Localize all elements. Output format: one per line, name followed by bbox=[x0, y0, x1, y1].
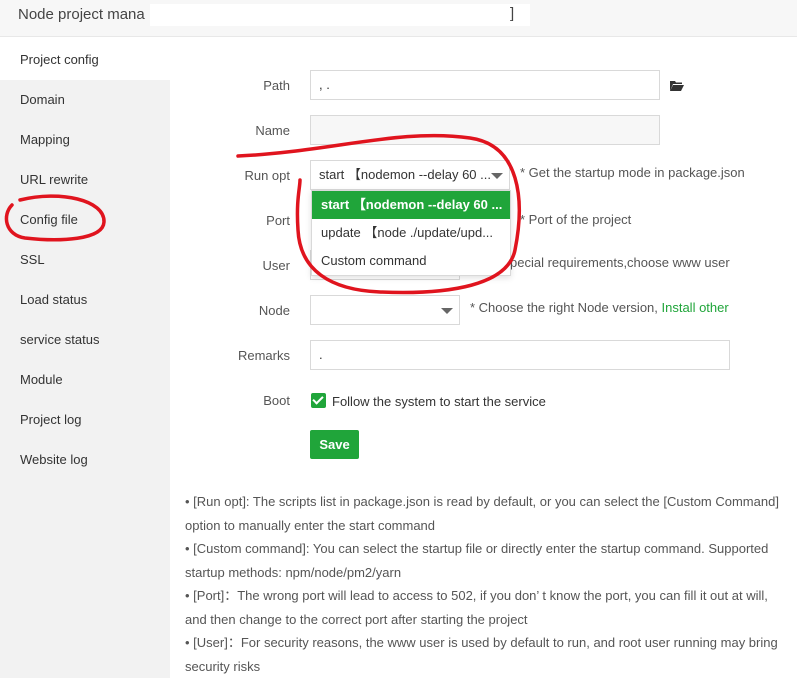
sidebar-item-url-rewrite[interactable]: URL rewrite bbox=[0, 160, 170, 200]
note-port: [Port]：The wrong port will lead to acces… bbox=[185, 584, 785, 631]
run-opt-hint: * Get the startup mode in package.json bbox=[520, 165, 745, 180]
port-label: Port bbox=[266, 213, 290, 228]
sidebar-item-ssl[interactable]: SSL bbox=[0, 240, 170, 280]
help-notes: [Run opt]: The scripts list in package.j… bbox=[185, 490, 785, 678]
name-label: Name bbox=[255, 123, 290, 138]
node-hint: * Choose the right Node version, Install… bbox=[470, 300, 729, 315]
sidebar-item-website-log[interactable]: Website log bbox=[0, 440, 170, 480]
title-bracket: ] bbox=[510, 5, 515, 22]
path-input[interactable]: , . bbox=[310, 70, 660, 100]
node-hint-text: * Choose the right Node version, bbox=[470, 300, 662, 315]
run-opt-value: start 【nodemon --delay 60 ... bbox=[319, 167, 491, 182]
note-custom-command: [Custom command]: You can select the sta… bbox=[185, 537, 785, 584]
path-label: Path bbox=[263, 78, 290, 93]
sidebar-item-module[interactable]: Module bbox=[0, 360, 170, 400]
save-button[interactable]: Save bbox=[310, 430, 359, 459]
folder-icon[interactable] bbox=[670, 79, 684, 91]
dropdown-option-update[interactable]: update 【node ./update/upd... bbox=[312, 219, 510, 247]
run-opt-dropdown: start 【nodemon --delay 60 ... update 【no… bbox=[311, 190, 511, 276]
window-title: Node project mana bbox=[18, 6, 145, 23]
dropdown-option-custom-command[interactable]: Custom command bbox=[312, 247, 510, 275]
sidebar-item-mapping[interactable]: Mapping bbox=[0, 120, 170, 160]
name-input[interactable] bbox=[310, 115, 660, 145]
run-opt-label: Run opt bbox=[244, 168, 290, 183]
sidebar-item-load-status[interactable]: Load status bbox=[0, 280, 170, 320]
sidebar-item-config-file[interactable]: Config file bbox=[0, 200, 170, 240]
port-hint: * Port of the project bbox=[520, 212, 632, 227]
remarks-input[interactable]: . bbox=[310, 340, 730, 370]
chevron-down-icon bbox=[491, 173, 503, 179]
boot-label: Boot bbox=[263, 393, 290, 408]
sidebar-item-service-status[interactable]: service status bbox=[0, 320, 170, 360]
node-select[interactable] bbox=[310, 295, 460, 325]
install-other-link[interactable]: Install other bbox=[662, 300, 729, 315]
node-label: Node bbox=[258, 303, 290, 318]
remarks-label: Remarks bbox=[237, 348, 290, 363]
chevron-down-icon bbox=[441, 308, 453, 314]
user-hint: pecial requirements,choose www user bbox=[510, 255, 730, 270]
dropdown-option-start[interactable]: start 【nodemon --delay 60 ... bbox=[312, 191, 510, 219]
sidebar-item-project-config[interactable]: Project config bbox=[0, 40, 170, 80]
window-titlebar: Node project mana ] bbox=[0, 0, 797, 37]
sidebar-item-project-log[interactable]: Project log bbox=[0, 400, 170, 440]
boot-checkbox-label: Follow the system to start the service bbox=[332, 394, 546, 409]
note-run-opt: [Run opt]: The scripts list in package.j… bbox=[185, 490, 785, 537]
sidebar-item-domain[interactable]: Domain bbox=[0, 80, 170, 120]
sidebar: Project config Domain Mapping URL rewrit… bbox=[0, 40, 170, 678]
boot-checkbox[interactable] bbox=[311, 393, 326, 408]
run-opt-select[interactable]: start 【nodemon --delay 60 ... bbox=[310, 160, 510, 190]
user-label: User bbox=[262, 258, 290, 273]
redacted-area bbox=[150, 4, 530, 26]
note-user: [User]：For security reasons, the www use… bbox=[185, 631, 785, 678]
